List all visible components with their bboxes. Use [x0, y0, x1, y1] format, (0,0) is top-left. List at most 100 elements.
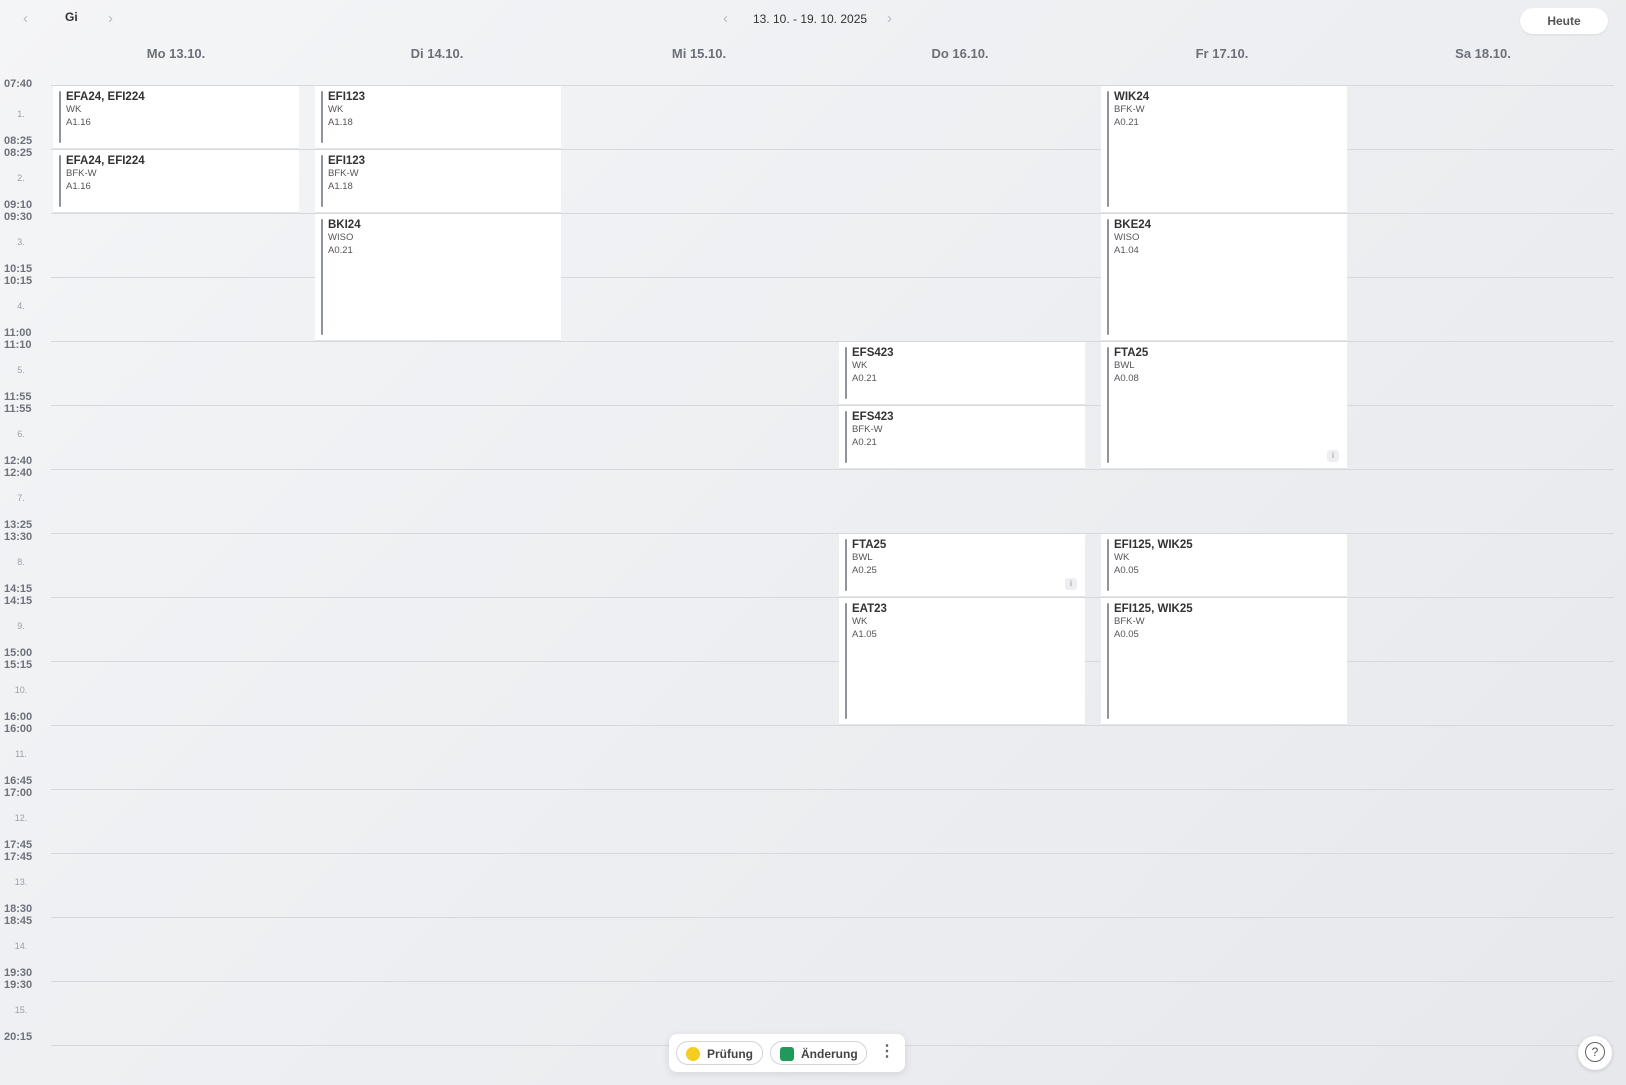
period-start-time: 14:15: [4, 595, 33, 607]
period-start-time: 18:45: [4, 915, 33, 927]
exam-color-dot: [686, 1047, 700, 1061]
lesson-subject: WISO: [328, 232, 354, 243]
period-end-time: 19:30: [4, 967, 33, 979]
lesson-subject: BWL: [1114, 360, 1135, 371]
lesson-subject: BFK-W: [852, 424, 883, 435]
info-icon[interactable]: i: [1327, 450, 1339, 462]
period-number: 11.: [15, 749, 27, 759]
period-end-time: 13:25: [4, 519, 33, 531]
lesson-subject: WISO: [1114, 232, 1140, 243]
period-start-time: 12:40: [4, 467, 33, 479]
period-end-time: 15:00: [4, 647, 33, 659]
change-filter-chip[interactable]: Änderung: [770, 1041, 867, 1065]
lesson-room: A0.25: [852, 565, 877, 576]
lesson-class: EFA24, EFI224: [66, 91, 145, 103]
period-end-time: 08:25: [4, 135, 33, 147]
period-divider: [51, 917, 1614, 918]
lesson-card[interactable]: EFI125, WIK25 WK A0.05: [1101, 534, 1347, 597]
lesson-card[interactable]: WIK24 BFK-W A0.21: [1101, 86, 1347, 213]
period-start-time: 19:30: [4, 979, 33, 991]
period-divider: [51, 661, 1614, 662]
period-number: 1.: [17, 109, 25, 119]
period-number: 4.: [17, 301, 25, 311]
period-start-time: 11:55: [4, 403, 32, 415]
lesson-card[interactable]: FTA25 BWL A0.08 i: [1101, 342, 1347, 469]
lesson-card[interactable]: EAT23 WK A1.05: [839, 598, 1085, 725]
period-number: 13.: [14, 877, 28, 887]
lesson-class: BKE24: [1114, 219, 1152, 231]
period-end-time: 20:15: [4, 1031, 33, 1043]
lesson-card[interactable]: FTA25 BWL A0.25 i: [839, 534, 1085, 597]
lesson-class: EFI123: [328, 91, 366, 103]
period-start-time: 09:30: [4, 211, 33, 223]
lesson-room: A0.08: [1114, 373, 1139, 384]
period-start-time: 08:25: [4, 147, 33, 159]
period-divider: [51, 469, 1614, 470]
lesson-subject: WK: [852, 616, 868, 627]
period-divider: [51, 405, 1614, 406]
lesson-card[interactable]: EFS423 WK A0.21: [839, 342, 1085, 405]
period-number: 5.: [17, 365, 25, 375]
help-icon: ?: [1585, 1041, 1605, 1062]
period-start-time: 07:40: [4, 78, 33, 90]
period-number: 6.: [17, 429, 25, 439]
lesson-card[interactable]: EFA24, EFI224 WK A1.16: [53, 86, 299, 149]
lesson-room: A0.05: [1114, 629, 1139, 640]
lesson-class: EFI125, WIK25: [1114, 539, 1193, 551]
period-end-time: 10:15: [4, 263, 33, 275]
lesson-class: EFI125, WIK25: [1114, 603, 1193, 615]
period-end-time: 12:40: [4, 455, 33, 467]
lesson-room: A1.16: [66, 117, 91, 128]
lesson-card[interactable]: EFI125, WIK25 BFK-W A0.05: [1101, 598, 1347, 725]
lesson-card[interactable]: BKI24 WISO A0.21: [315, 214, 561, 341]
period-start-time: 17:00: [4, 787, 33, 799]
lesson-class: EFI123: [328, 155, 366, 167]
lesson-room: A0.21: [1114, 117, 1139, 128]
period-number: 15.: [14, 1005, 28, 1015]
period-number: 9.: [17, 621, 25, 631]
lesson-card[interactable]: EFI123 BFK-W A1.18: [315, 150, 561, 213]
period-divider: [51, 853, 1614, 854]
period-start-time: 11:10: [4, 339, 32, 351]
lesson-subject: BFK-W: [66, 168, 97, 179]
lesson-subject: WK: [66, 104, 82, 115]
period-divider: [51, 533, 1614, 534]
period-divider: [51, 341, 1614, 342]
info-icon[interactable]: i: [1065, 578, 1077, 590]
lesson-card[interactable]: EFI123 WK A1.18: [315, 86, 561, 149]
period-end-time: 14:15: [4, 583, 33, 595]
lesson-class: EFS423: [852, 411, 894, 423]
lesson-room: A1.18: [328, 181, 353, 192]
period-number: 10.: [14, 685, 28, 695]
period-start-time: 16:00: [4, 723, 33, 735]
lesson-subject: BWL: [852, 552, 873, 563]
help-button[interactable]: ?: [1578, 1036, 1612, 1070]
lesson-class: BKI24: [328, 219, 361, 231]
lesson-card[interactable]: EFS423 BFK-W A0.21: [839, 406, 1085, 469]
lesson-class: EFS423: [852, 347, 894, 359]
period-number: 7.: [17, 493, 25, 503]
exam-filter-chip[interactable]: Prüfung: [676, 1041, 763, 1065]
period-divider: [51, 981, 1614, 982]
period-divider: [51, 725, 1614, 726]
lesson-room: A1.18: [328, 117, 353, 128]
lesson-room: A0.21: [328, 245, 353, 256]
lesson-subject: WK: [1114, 552, 1130, 563]
lesson-card[interactable]: EFA24, EFI224 BFK-W A1.16: [53, 150, 299, 213]
lesson-subject: BFK-W: [1114, 104, 1145, 115]
lesson-subject: WK: [852, 360, 868, 371]
change-label: Änderung: [801, 1047, 858, 1061]
lesson-card[interactable]: BKE24 WISO A1.04: [1101, 214, 1347, 341]
period-number: 3.: [17, 237, 25, 247]
lesson-room: A1.16: [66, 181, 91, 192]
period-end-time: 11:55: [4, 391, 32, 403]
period-end-time: 11:00: [4, 327, 32, 339]
period-number: 12.: [14, 813, 28, 823]
more-vertical-icon[interactable]: ⋮: [879, 1042, 895, 1062]
lesson-class: EFA24, EFI224: [66, 155, 145, 167]
period-start-time: 15:15: [4, 659, 33, 671]
period-number: 8.: [17, 557, 25, 567]
lesson-room: A1.04: [1114, 245, 1139, 256]
change-color-square: [780, 1047, 794, 1061]
lesson-class: FTA25: [1114, 347, 1149, 359]
